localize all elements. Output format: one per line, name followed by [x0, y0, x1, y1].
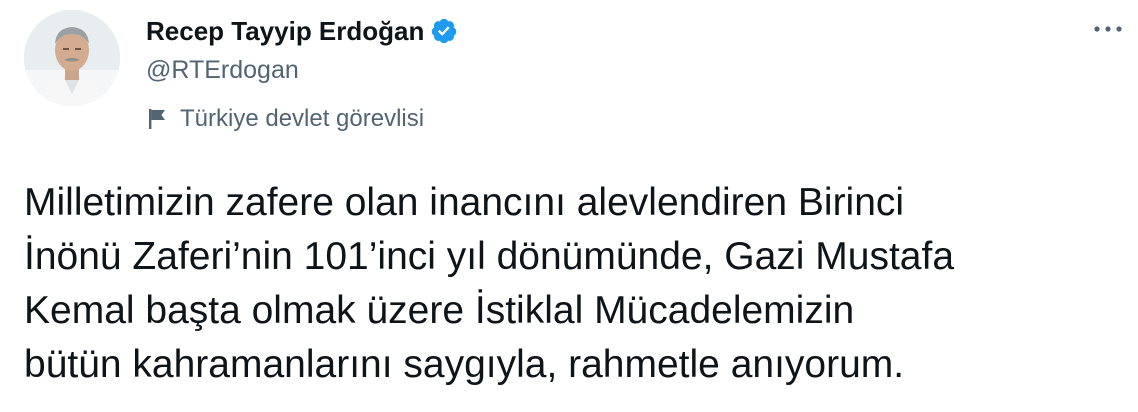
author-info: Recep Tayyip Erdoğan @RTErdogan — [146, 14, 458, 85]
user-handle[interactable]: @RTErdogan — [146, 56, 458, 85]
label-text: Türkiye devlet görevlisi — [180, 105, 425, 132]
tweet-text: Milletimizin zafere olan inancını alevle… — [24, 176, 1114, 392]
avatar[interactable] — [24, 10, 120, 106]
tweet-text-line: bütün kahramanlarını saygıyla, rahmetle … — [24, 343, 905, 386]
tweet-text-line: Milletimizin zafere olan inancını alevle… — [24, 181, 905, 224]
tweet-text-line: İnönü Zaferi’nin 101’inci yıl dönümünde,… — [24, 235, 955, 278]
account-label: Türkiye devlet görevlisi — [146, 103, 424, 135]
flag-icon — [146, 107, 168, 131]
tweet: Recep Tayyip Erdoğan @RTErdogan Türkiye … — [0, 0, 1138, 412]
more-options-icon — [1092, 20, 1124, 38]
more-options-button[interactable] — [1086, 14, 1130, 44]
tweet-text-line: Kemal başta olmak üzere İstiklal Mücadel… — [24, 289, 855, 332]
name-row: Recep Tayyip Erdoğan — [146, 14, 458, 48]
verified-badge-icon — [430, 17, 458, 45]
display-name[interactable]: Recep Tayyip Erdoğan — [146, 16, 424, 47]
profile-photo — [24, 10, 120, 106]
